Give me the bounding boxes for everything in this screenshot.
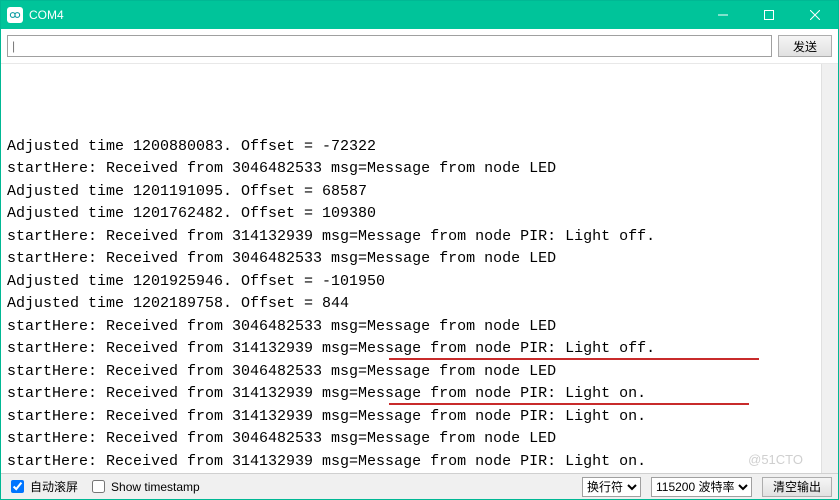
input-bar: 发送	[1, 29, 838, 64]
scrollbar[interactable]	[821, 64, 838, 473]
console-line: Adjusted time 1200880083. Offset = -7232…	[7, 136, 819, 159]
annotation-underline	[389, 403, 749, 405]
clear-output-button[interactable]: 清空输出	[762, 477, 832, 497]
serial-input[interactable]	[7, 35, 772, 57]
line-ending-select[interactable]: 换行符	[582, 477, 641, 497]
timestamp-text: Show timestamp	[111, 480, 200, 494]
serial-monitor-window: COM4 发送 Adjusted time 1200880083. Offset…	[0, 0, 839, 500]
console-line: startHere: Received from 314132939 msg=M…	[7, 451, 819, 474]
console-line: startHere: Received from 3046482533 msg=…	[7, 361, 819, 384]
minimize-button[interactable]	[700, 1, 746, 29]
close-button[interactable]	[792, 1, 838, 29]
footer: 自动滚屏 Show timestamp 换行符 115200 波特率 清空输出	[1, 473, 838, 499]
console-line: startHere: Received from 3046482533 msg=…	[7, 158, 819, 181]
console-line: Adjusted time 1201925946. Offset = -1019…	[7, 271, 819, 294]
timestamp-checkbox[interactable]	[92, 480, 105, 493]
console-line: Adjusted time 1202189758. Offset = 844	[7, 293, 819, 316]
console-line: startHere: Received from 314132939 msg=M…	[7, 406, 819, 429]
window-title: COM4	[29, 8, 64, 22]
arduino-icon	[7, 7, 23, 23]
autoscroll-checkbox[interactable]	[11, 480, 24, 493]
console-line: startHere: Received from 314132939 msg=M…	[7, 383, 819, 406]
annotation-underline	[389, 358, 759, 360]
serial-output: Adjusted time 1200880083. Offset = -7232…	[1, 64, 821, 473]
send-button[interactable]: 发送	[778, 35, 832, 57]
titlebar: COM4	[1, 1, 838, 29]
autoscroll-text: 自动滚屏	[30, 478, 78, 495]
console-line: startHere: Received from 3046482533 msg=…	[7, 316, 819, 339]
console-line: Adjusted time 1201762482. Offset = 10938…	[7, 203, 819, 226]
console-line: startHere: Received from 314132939 msg=M…	[7, 338, 819, 361]
maximize-button[interactable]	[746, 1, 792, 29]
console-line: startHere: Received from 3046482533 msg=…	[7, 248, 819, 271]
autoscroll-checkbox-label[interactable]: 自动滚屏	[7, 477, 78, 496]
console-line: startHere: Received from 3046482533 msg=…	[7, 428, 819, 451]
baud-rate-select[interactable]: 115200 波特率	[651, 477, 752, 497]
console-line: startHere: Received from 314132939 msg=M…	[7, 226, 819, 249]
timestamp-checkbox-label[interactable]: Show timestamp	[88, 477, 200, 496]
console-line: Adjusted time 1201191095. Offset = 68587	[7, 181, 819, 204]
